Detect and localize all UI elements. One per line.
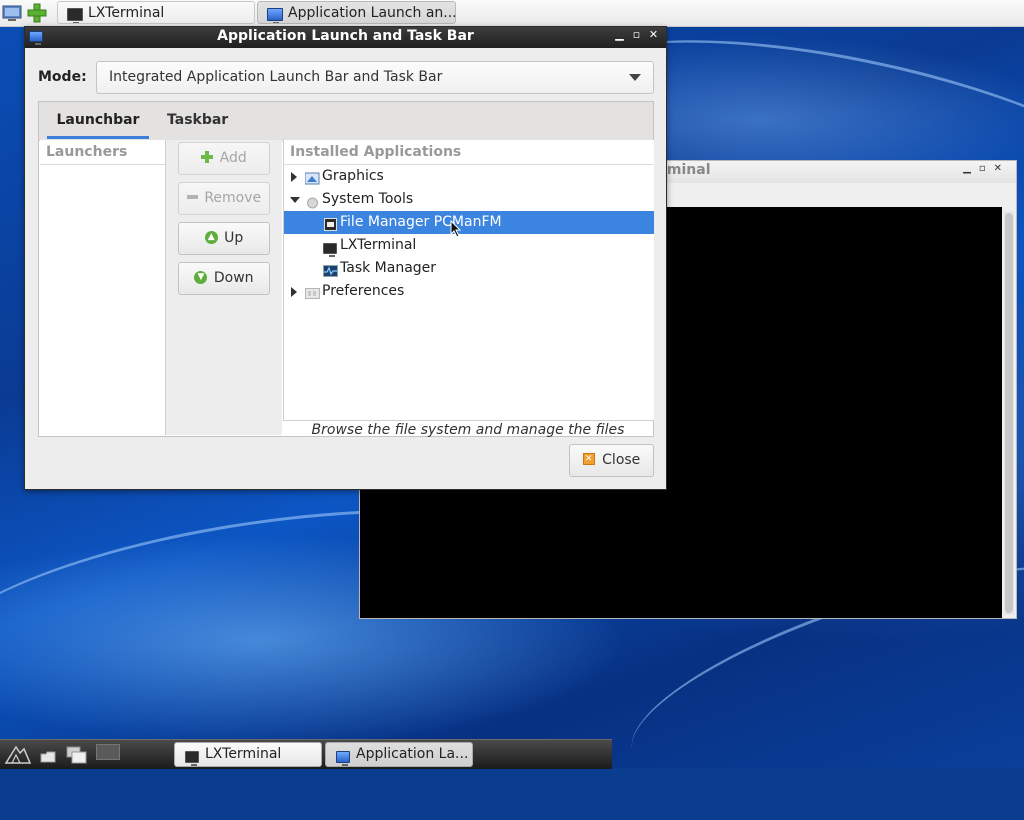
terminal-icon <box>185 748 199 766</box>
top-panel: LXTerminal Application Launch an... <box>0 0 1024 27</box>
tab-launchbar[interactable]: Launchbar <box>47 102 149 139</box>
bottom-taskbar-item-lxterminal[interactable]: LXTerminal <box>174 742 322 767</box>
up-button[interactable]: ▲ Up <box>178 222 270 255</box>
mode-select-value: Integrated Application Launch Bar and Ta… <box>109 69 443 85</box>
up-button-label: Up <box>224 230 244 246</box>
tab-taskbar[interactable]: Taskbar <box>167 102 228 139</box>
tree-item-graphics[interactable]: Graphics <box>284 165 654 188</box>
launchers-list[interactable]: Launchers <box>40 140 166 435</box>
launcher-buttons: Add Remove ▲ Up ▼ Down <box>166 140 282 435</box>
tree-item-file-manager[interactable]: File Manager PCManFM <box>284 211 654 234</box>
close-button-label: Close <box>602 452 641 468</box>
taskbar-item-label: Application Launch an... <box>288 5 456 21</box>
close-icon[interactable]: ✕ <box>645 28 662 41</box>
close-icon: ✕ <box>582 453 595 465</box>
close-icon[interactable]: ✕ <box>994 163 1010 174</box>
tree-item-label: File Manager PCManFM <box>340 214 502 230</box>
terminal-icon <box>67 6 83 23</box>
add-button-label: Add <box>219 150 247 166</box>
app-description: Browse the file system and manage the fi… <box>311 422 625 438</box>
plus-icon <box>201 151 214 163</box>
terminal-title: rminal <box>660 162 711 178</box>
tree-item-label: Preferences <box>322 283 405 299</box>
minimize-icon[interactable]: ▁ <box>963 163 979 174</box>
add-plus-icon[interactable] <box>27 3 47 23</box>
taskbar-item-app-launch[interactable]: Application Launch an... <box>257 1 456 24</box>
installed-apps-header: Installed Applications <box>284 140 654 165</box>
app-launch-dialog: Application Launch and Task Bar ▁ ▫ ✕ Mode… <box>24 26 667 490</box>
tree-item-label: Graphics <box>322 168 384 184</box>
remove-button[interactable]: Remove <box>178 182 270 215</box>
mode-label: Mode: <box>38 69 87 85</box>
tab-strip: Launchbar Taskbar <box>39 102 653 141</box>
tree-item-preferences[interactable]: Preferences <box>284 280 654 303</box>
scrollbar-thumb[interactable] <box>1005 213 1013 613</box>
show-desktop-icon[interactable] <box>2 3 22 23</box>
terminal-scrollbar[interactable] <box>1004 211 1014 615</box>
maximize-icon[interactable]: ▫ <box>628 28 645 41</box>
taskbar-item-label: LXTerminal <box>88 5 165 21</box>
preferences-icon <box>305 285 320 308</box>
remove-button-label: Remove <box>204 190 262 206</box>
expander-closed-icon[interactable] <box>291 172 297 182</box>
taskbar-item-label: LXTerminal <box>205 746 282 762</box>
dialog-titlebar[interactable]: Application Launch and Task Bar ▁ ▫ ✕ <box>25 27 666 48</box>
bottom-taskbar-item-app-launch[interactable]: Application La... <box>325 742 473 767</box>
tree-item-lxterminal[interactable]: LXTerminal <box>284 234 654 257</box>
tree-item-task-manager[interactable]: Task Manager <box>284 257 654 280</box>
tree-item-system-tools[interactable]: System Tools <box>284 188 654 211</box>
mouse-pointer-icon <box>450 220 462 238</box>
taskbar-item-lxterminal[interactable]: LXTerminal <box>57 1 255 24</box>
tree-item-label: Task Manager <box>340 260 437 276</box>
chevron-down-icon <box>629 74 641 81</box>
expander-closed-icon[interactable] <box>291 287 297 297</box>
app-window-icon <box>267 6 283 23</box>
tree-item-label: System Tools <box>322 191 414 207</box>
arrow-down-icon: ▼ <box>194 270 208 284</box>
app-window-icon <box>336 748 350 766</box>
dialog-title: Application Launch and Task Bar <box>217 28 474 44</box>
installed-apps-tree[interactable]: Installed Applications Graphics System T… <box>283 140 654 421</box>
tree-item-label: LXTerminal <box>340 237 417 253</box>
minus-icon <box>186 195 198 199</box>
bottom-panel: LXTerminal Application La... <box>0 739 612 769</box>
down-button[interactable]: ▼ Down <box>178 262 270 295</box>
launchers-header: Launchers <box>40 140 165 165</box>
window-switch-icon[interactable] <box>66 746 88 768</box>
minimize-icon[interactable]: ▁ <box>611 28 628 41</box>
add-button[interactable]: Add <box>178 142 270 175</box>
maximize-icon[interactable]: ▫ <box>979 163 994 174</box>
file-manager-launcher-icon[interactable] <box>40 749 56 767</box>
dialog-window-controls: ▁ ▫ ✕ <box>611 28 662 41</box>
expander-open-icon[interactable] <box>290 197 300 203</box>
arrow-up-icon: ▲ <box>204 230 218 244</box>
lxde-menu-icon[interactable] <box>4 743 32 769</box>
mode-select[interactable]: Integrated Application Launch Bar and Ta… <box>96 61 654 94</box>
terminal-window-controls: ▁▫✕ <box>963 163 1010 174</box>
settings-notebook: Launchbar Taskbar Launchers Add Remove ▲… <box>38 101 654 438</box>
close-button[interactable]: ✕ Close <box>569 444 654 477</box>
down-button-label: Down <box>213 270 254 286</box>
taskbar-item-label: Application La... <box>356 746 469 762</box>
workspace-pager-icon[interactable] <box>96 744 120 764</box>
